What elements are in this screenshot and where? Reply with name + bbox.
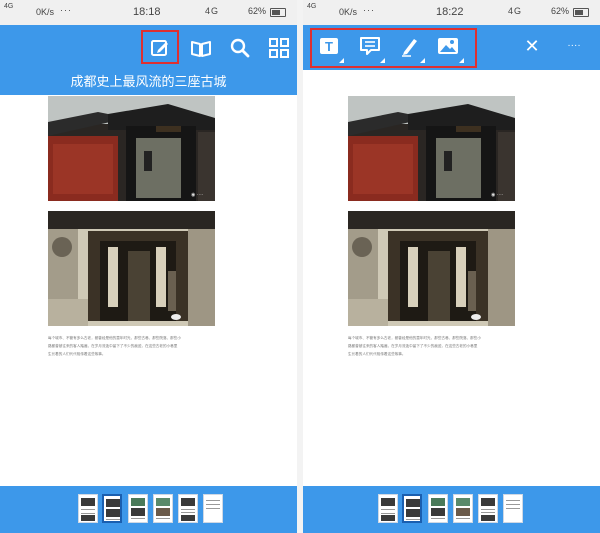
page-thumbnail[interactable] (503, 494, 523, 523)
paragraph-line: 每个城市、不管有多么古老，都曾经是他的童年时光，那些古巷、那些院落、那些小 (348, 336, 481, 340)
document-paragraph: 每个城市、不管有多么古老，都曾经是他的童年时光，那些古巷、那些院落、那些小 路都… (348, 334, 520, 358)
clock: 18:22 (436, 6, 464, 18)
page-thumbnail[interactable] (153, 494, 173, 523)
status-bar: 4G 0K/s ··· 18:18 4G 62% (0, 0, 297, 25)
close-icon[interactable]: ✕ (521, 35, 543, 57)
phone-screen-left: 4G 0K/s ··· 18:18 4G 62% 成都史上最风流的三座古城 ◉ … (0, 0, 297, 533)
clock: 18:18 (133, 6, 161, 18)
page-thumbnail[interactable] (453, 494, 473, 523)
battery-icon (573, 8, 589, 17)
document-photo-gate: ◉ ···· (48, 96, 215, 201)
page-thumbnail-selected[interactable] (102, 494, 122, 523)
network-type: 4G (205, 6, 220, 16)
page-thumbnail-bar (0, 486, 297, 533)
text-tool-icon[interactable]: T (319, 36, 341, 58)
reader-toolbar: 成都史上最风流的三座古城 (0, 25, 297, 95)
paragraph-line: 每个城市、不管有多么古老，都曾经是他的童年时光，那些古巷、那些院落、那些小 (48, 336, 181, 340)
paragraph-line: 生长着的人们代代相传着这些故事。 (48, 352, 106, 356)
page-thumbnail[interactable] (128, 494, 148, 523)
status-bar: 4G 0K/s ··· 18:22 4G 62% (303, 0, 600, 25)
signal-indicator: 4G (4, 3, 14, 10)
dropdown-corner-icon (380, 58, 385, 63)
grid-icon[interactable] (268, 37, 290, 59)
page-thumbnail[interactable] (78, 494, 98, 523)
book-icon[interactable] (190, 37, 212, 59)
page-thumbnail[interactable] (428, 494, 448, 523)
phone-screen-right: 4G 0K/s ··· 18:22 4G 62% T ✕ ···· ◉ ····… (303, 0, 600, 533)
document-paragraph: 每个城市、不管有多么古老，都曾经是他的童年时光，那些古巷、那些院落、那些小 路都… (48, 334, 218, 358)
network-type: 4G (508, 6, 523, 16)
svg-text:T: T (325, 39, 333, 54)
document-photo-doorway (348, 211, 515, 326)
document-photo-doorway (48, 211, 215, 326)
dropdown-corner-icon (459, 58, 464, 63)
document-title: 成都史上最风流的三座古城 (70, 74, 227, 89)
comment-tool-icon[interactable] (359, 35, 381, 57)
dropdown-corner-icon (420, 58, 425, 63)
network-speed: 0K/s (339, 7, 358, 17)
highlight-box (141, 30, 179, 64)
svg-text:◉ ····: ◉ ···· (191, 192, 204, 198)
page-thumbnail-selected[interactable] (402, 494, 422, 523)
more-icon[interactable]: ···· (561, 35, 587, 57)
image-tool-icon[interactable] (437, 35, 459, 57)
annotation-toolbar: T ✕ ···· (303, 25, 600, 70)
paragraph-line: 路都曾被往来的客人踏遍，在岁月流逝中留下了不少的痕迹，在这些古老的小巷里 (48, 344, 178, 348)
page-thumbnail[interactable] (478, 494, 498, 523)
battery-percent: 62% (551, 6, 570, 16)
status-dots: ··· (60, 5, 72, 15)
dropdown-corner-icon (339, 58, 344, 63)
pen-tool-icon[interactable] (399, 35, 421, 57)
page-thumbnail[interactable] (178, 494, 198, 523)
battery-percent: 62% (248, 6, 267, 16)
paragraph-line: 生长着的人们代代相传着这些故事。 (348, 352, 406, 356)
svg-text:◉ ····: ◉ ···· (491, 192, 504, 198)
page-thumbnail-bar (303, 486, 600, 533)
battery-icon (270, 8, 286, 17)
signal-indicator: 4G (307, 3, 317, 10)
network-speed: 0K/s (36, 7, 55, 17)
document-photo-gate: ◉ ···· (348, 96, 515, 201)
paragraph-line: 路都曾被往来的客人踏遍，在岁月流逝中留下了不少的痕迹，在这些古老的小巷里 (348, 344, 478, 348)
page-thumbnail[interactable] (378, 494, 398, 523)
search-icon[interactable] (229, 37, 251, 59)
page-thumbnail[interactable] (203, 494, 223, 523)
status-dots: ··· (363, 5, 375, 15)
